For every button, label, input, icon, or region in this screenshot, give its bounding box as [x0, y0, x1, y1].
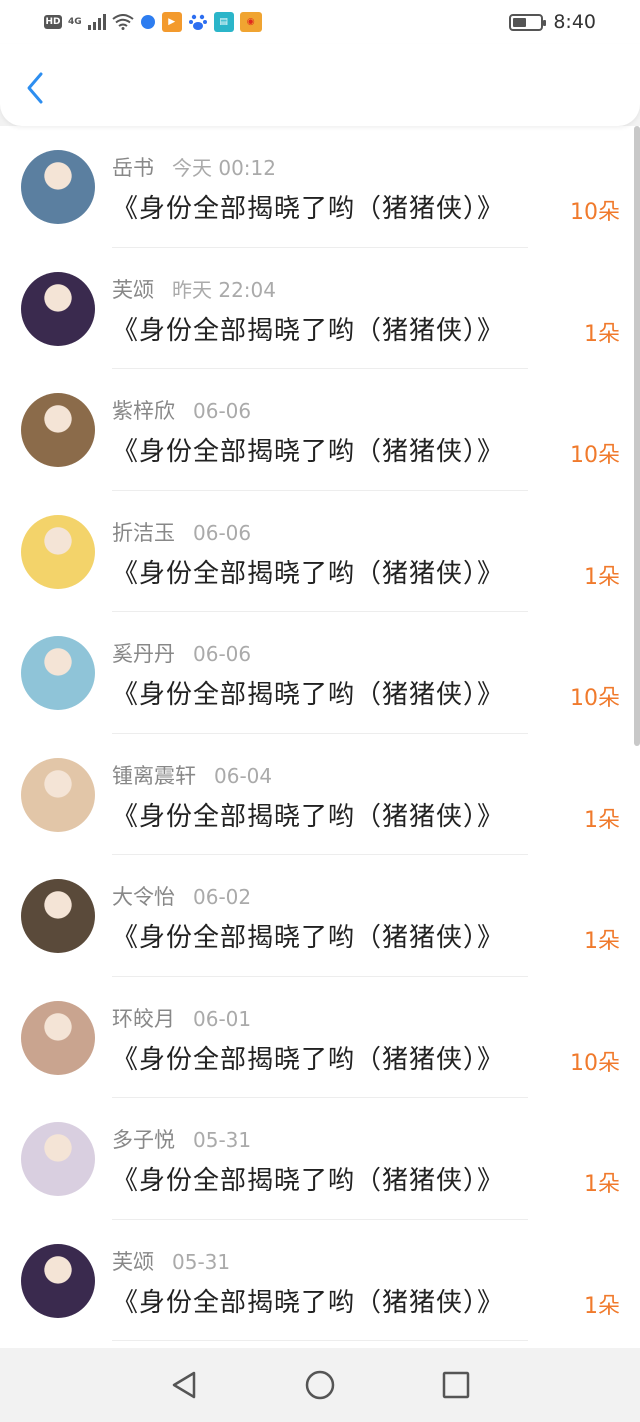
nav-back-button[interactable] [161, 1362, 207, 1408]
timestamp: 06-01 [193, 1006, 252, 1031]
item-meta: 多子悦 05-31 [112, 1124, 251, 1154]
baidu-app-icon [188, 14, 207, 30]
battery-level [513, 17, 527, 27]
flower-amount: 1朵 [584, 1293, 620, 1319]
hd-badge: HD [44, 15, 62, 29]
work-title: 《身份全部揭晓了哟（猪猪侠）》 [112, 801, 505, 832]
flower-amount: 1朵 [584, 929, 620, 954]
clock: 8:40 [553, 11, 596, 33]
user-name: 紫梓欣 [112, 399, 175, 423]
browser-app-icon [140, 15, 155, 29]
timestamp: 06-06 [193, 642, 252, 666]
flower-amount: 1朵 [584, 1172, 620, 1197]
work-title: 《身份全部揭晓了哟（猪猪侠）》 [112, 315, 505, 346]
item-meta: 折洁玉 06-06 [112, 517, 251, 547]
user-name: 大令怡 [112, 885, 175, 909]
list-item[interactable]: 芙颂 昨天 22:04 《身份全部揭晓了哟（猪猪侠）》 1朵 [0, 248, 640, 369]
timestamp: 06-02 [193, 885, 252, 909]
nav-home-button[interactable] [297, 1362, 343, 1408]
header-bar [0, 44, 640, 126]
list-item[interactable]: 环皎月 06-01 《身份全部揭晓了哟（猪猪侠）》 10朵 [0, 977, 640, 1098]
avatar[interactable] [21, 393, 95, 467]
work-title: 《身份全部揭晓了哟（猪猪侠）》 [112, 558, 505, 589]
avatar[interactable] [21, 1243, 95, 1318]
flower-amount: 10朵 [570, 443, 620, 468]
flower-amount: 1朵 [584, 807, 620, 833]
signal-icon [87, 14, 106, 30]
work-title: 《身份全部揭晓了哟（猪猪侠）》 [112, 680, 505, 710]
avatar[interactable] [21, 757, 95, 832]
signal-label: 4G [68, 17, 82, 27]
list-item[interactable]: 芙颂 05-31 《身份全部揭晓了哟（猪猪侠）》 1朵 [0, 1220, 640, 1341]
list-item[interactable]: 折洁玉 06-06 《身份全部揭晓了哟（猪猪侠）》 1朵 [0, 491, 640, 612]
item-meta: 岳书 今天 00:12 [112, 152, 276, 182]
avatar[interactable] [21, 1122, 95, 1196]
avatar[interactable] [21, 271, 95, 346]
user-name: 岳书 [112, 156, 154, 180]
work-title: 《身份全部揭晓了哟（猪猪侠）》 [112, 1287, 505, 1318]
user-name: 芙颂 [112, 277, 154, 302]
item-meta: 芙颂 昨天 22:04 [112, 274, 276, 304]
timestamp: 05-31 [193, 1128, 252, 1152]
reader-app-icon: ▤ [213, 12, 234, 32]
video-app-icon: ▶ [161, 12, 182, 32]
wifi-icon [112, 14, 134, 30]
user-name: 锺离震轩 [112, 763, 196, 788]
weibo-app-icon: ◉ [239, 12, 262, 32]
list-item[interactable]: 大令怡 06-02 《身份全部揭晓了哟（猪猪侠）》 1朵 [0, 855, 640, 977]
flower-amount: 1朵 [584, 564, 620, 590]
item-meta: 锺离震轩 06-04 [112, 760, 272, 790]
avatar[interactable] [21, 879, 95, 953]
scrollbar[interactable] [634, 126, 640, 746]
flower-amount: 10朵 [570, 200, 620, 225]
work-title: 《身份全部揭晓了哟（猪猪侠）》 [112, 1044, 505, 1075]
timestamp: 06-06 [193, 520, 252, 545]
avatar[interactable] [21, 514, 95, 589]
list-item[interactable]: 紫梓欣 06-06 《身份全部揭晓了哟（猪猪侠）》 10朵 [0, 369, 640, 491]
list-item[interactable]: 多子悦 05-31 《身份全部揭晓了哟（猪猪侠）》 1朵 [0, 1098, 640, 1220]
user-name: 环皎月 [112, 1006, 175, 1031]
timestamp: 06-04 [214, 763, 273, 788]
item-meta: 大令怡 06-02 [112, 881, 251, 911]
circle-home-icon [305, 1370, 335, 1400]
divider [112, 1340, 528, 1341]
back-button[interactable] [18, 68, 52, 108]
work-title: 《身份全部揭晓了哟（猪猪侠）》 [112, 1166, 505, 1196]
item-meta: 奚丹丹 06-06 [112, 638, 251, 668]
flower-amount: 10朵 [570, 686, 620, 711]
user-name: 芙颂 [112, 1249, 154, 1274]
chevron-left-icon [27, 72, 43, 104]
system-nav-bar [0, 1348, 640, 1422]
item-meta: 紫梓欣 06-06 [112, 395, 251, 425]
work-title: 《身份全部揭晓了哟（猪猪侠）》 [112, 194, 505, 224]
item-meta: 环皎月 06-01 [112, 1003, 251, 1033]
triangle-back-icon [172, 1371, 196, 1399]
user-name: 折洁玉 [112, 520, 175, 545]
status-icons: HD 4G ▶ ▤ ◉ [44, 12, 262, 32]
avatar[interactable] [21, 636, 95, 710]
work-title: 《身份全部揭晓了哟（猪猪侠）》 [112, 437, 505, 467]
status-bar: HD 4G ▶ ▤ ◉ 8:40 [0, 0, 640, 44]
avatar[interactable] [21, 150, 95, 224]
status-right: 8:40 [509, 11, 596, 33]
work-title: 《身份全部揭晓了哟（猪猪侠）》 [112, 923, 505, 953]
list-item[interactable]: 锺离震轩 06-04 《身份全部揭晓了哟（猪猪侠）》 1朵 [0, 734, 640, 855]
avatar[interactable] [21, 1000, 95, 1075]
timestamp: 06-06 [193, 399, 252, 423]
list-item[interactable]: 奚丹丹 06-06 《身份全部揭晓了哟（猪猪侠）》 10朵 [0, 612, 640, 734]
item-meta: 芙颂 05-31 [112, 1246, 230, 1276]
flower-amount: 1朵 [584, 321, 620, 347]
list-item[interactable]: 岳书 今天 00:12 《身份全部揭晓了哟（猪猪侠）》 10朵 [0, 126, 640, 248]
gift-record-list: 岳书 今天 00:12 《身份全部揭晓了哟（猪猪侠）》 10朵 芙颂 昨天 22… [0, 126, 640, 1348]
timestamp: 昨天 22:04 [172, 277, 276, 302]
square-recents-icon [442, 1371, 470, 1399]
timestamp: 今天 00:12 [172, 156, 276, 180]
nav-recents-button[interactable] [433, 1362, 479, 1408]
user-name: 多子悦 [112, 1128, 175, 1152]
timestamp: 05-31 [172, 1249, 231, 1274]
battery-icon [509, 13, 547, 31]
flower-amount: 10朵 [570, 1050, 620, 1076]
user-name: 奚丹丹 [112, 642, 175, 666]
